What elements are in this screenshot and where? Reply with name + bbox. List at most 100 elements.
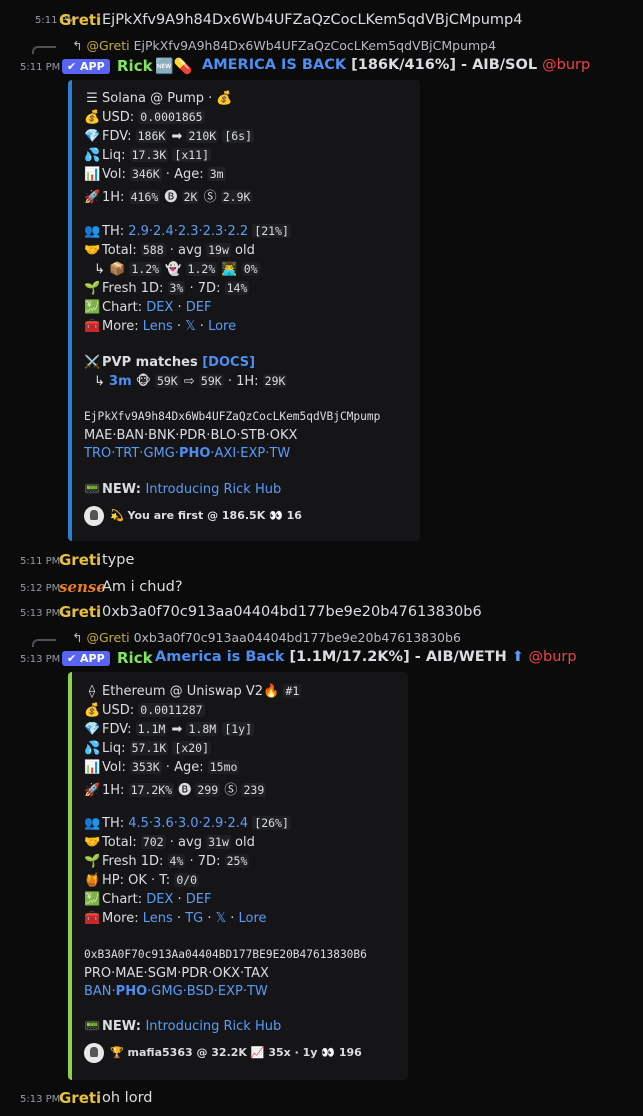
embed-more-line: 🧰 More: Lens · TG · 𝕏 · Lore	[84, 911, 267, 926]
embed-fdv-line: 💎 FDV: 1.1M ➡ 1.8M [1y]	[84, 722, 255, 737]
droplets-icon: 💦	[84, 148, 101, 163]
username[interactable]: Rick	[117, 57, 153, 75]
fire-icon: 🔥	[263, 684, 280, 699]
embed-new-line: 📟 NEW: Introducing Rick Hub	[84, 1019, 282, 1034]
top-holders-links[interactable]: 4.5·3.6·3.0·2.9·2.4	[128, 816, 248, 831]
mention[interactable]: @burp	[529, 649, 577, 665]
token-title-link[interactable]: AMERICA IS BACK	[202, 57, 346, 73]
arrow-right-icon: ➡	[167, 722, 187, 737]
embed-1h-line: 🚀 1H: 17.2K% 🅑 299 Ⓢ 239	[84, 783, 267, 798]
lore-link[interactable]: Lore	[208, 319, 236, 334]
embed-pvp-line: ⚔️ PVP matches [DOCS]	[84, 355, 256, 370]
holders-icon: 👥	[84, 224, 101, 239]
embed-footer: 💫 You are first @ 186.5K 👀 16	[84, 506, 302, 526]
chart-icon: 📊	[84, 167, 101, 182]
new-pill-icon: 🆕💊	[155, 57, 193, 75]
embed-liq-line: 💦 Liq: 17.3K [x11]	[84, 148, 212, 163]
pager-icon: 📟	[84, 482, 101, 497]
handshake-icon: 🤝	[84, 243, 101, 258]
embed-vol-line: 📊 Vol: 346K · Age: 3m	[84, 167, 226, 182]
def-link[interactable]: DEF	[186, 300, 212, 315]
sell-icon: Ⓢ	[203, 190, 217, 205]
contract-address[interactable]: 0xB3A0F70c913Aa04404BD177BE9E20B47613830…	[84, 948, 367, 961]
embed-chain-line: ☰ Solana @ Pump · 💰	[84, 91, 232, 106]
x-link[interactable]: 𝕏	[216, 911, 226, 926]
timestamp: 5:11 PM	[20, 556, 61, 567]
chart-yen-icon: 💹	[84, 892, 101, 907]
gem-icon: 💎	[84, 722, 101, 737]
username[interactable]: sense	[59, 578, 106, 596]
x-link[interactable]: 𝕏	[185, 319, 195, 334]
dex-link[interactable]: DEX	[146, 892, 173, 907]
reply-username[interactable]: @Greti	[86, 630, 129, 645]
message-text: type	[102, 552, 135, 568]
exchange-links-row2: BAN·PHO·GMG·BSD·EXP·TW	[84, 984, 268, 999]
droplets-icon: 💦	[84, 741, 101, 756]
embed-fdv-line: 💎 FDV: 186K ➡ 210K [6s]	[84, 129, 255, 144]
embed-new-line: 📟 NEW: Introducing Rick Hub	[84, 482, 282, 497]
moneybag-icon: 💰	[84, 703, 101, 718]
embed-usd-line: 💰 USD: 0.0001865	[84, 110, 205, 125]
exchange-links-row1[interactable]: PRO·MAE·SGM·PDR·OKX·TAX	[84, 966, 269, 981]
pvp-link[interactable]: 3m	[109, 374, 132, 389]
moneybag-icon: 💰	[84, 110, 101, 125]
mention[interactable]: @burp	[542, 57, 590, 73]
reply-preview[interactable]: ↰ @Greti EjPkXfv9A9h84Dx6Wb4UFZaQzCocLKe…	[72, 38, 496, 53]
message-text: EjPkXfv9A9h84Dx6Wb4UFZaQzCocLKem5qdVBjCM…	[102, 12, 523, 28]
chart-yen-icon: 💹	[84, 300, 101, 315]
arrow-right-icon: ➡	[167, 129, 187, 144]
dex-link[interactable]: DEX	[146, 300, 173, 315]
pager-icon: 📟	[84, 1019, 101, 1034]
reply-username[interactable]: @Greti	[86, 38, 129, 53]
token-embed: ☰ Solana @ Pump · 💰 💰 USD: 0.0001865 💎 FDV:…	[68, 80, 420, 541]
reply-text: EjPkXfv9A9h84Dx6Wb4UFZaQzCocLKem5qdVBjCM…	[133, 38, 497, 53]
buy-icon: 🅑	[164, 190, 178, 205]
username[interactable]: Greti	[59, 11, 101, 29]
token-stats: [186K/416%] - AIB/SOL	[346, 57, 543, 73]
username[interactable]: Greti	[59, 1089, 101, 1107]
contract-address[interactable]: EjPkXfv9A9h84Dx6Wb4UFZaQzCocLKem5qdVBjCM…	[84, 410, 380, 423]
seedling-icon: 🌱	[84, 281, 101, 296]
top-holders-links[interactable]: 2.9·2.4·2.3·2.3·2.2	[128, 224, 248, 239]
toolbox-icon: 🧰	[84, 911, 101, 926]
embed-usd-line: 💰 USD: 0.0011287	[84, 703, 205, 718]
embed-liq-line: 💦 Liq: 57.1K [x20]	[84, 741, 212, 756]
rick-hub-link[interactable]: Introducing Rick Hub	[145, 482, 281, 497]
docs-link[interactable]: [DOCS]	[202, 355, 255, 370]
embed-pvp-detail: ↳ 3m 🐵 59K ⇨ 59K · 1H: 29K	[94, 374, 288, 389]
seedling-icon: 🌱	[84, 854, 101, 869]
exchange-links-row1[interactable]: MAE·BAN·BNK·PDR·BLO·STB·OKX	[84, 428, 297, 443]
tg-link[interactable]: TG	[185, 911, 203, 926]
timestamp: 5:12 PM	[20, 583, 61, 594]
menu-icon: ☰	[86, 91, 98, 106]
lens-link[interactable]: Lens	[143, 911, 173, 926]
username[interactable]: Greti	[59, 603, 101, 621]
arrow-up-icon: ⬆	[511, 649, 524, 665]
timestamp: 5:13 PM	[20, 1094, 61, 1105]
holders-icon: 👥	[84, 816, 101, 831]
lens-link[interactable]: Lens	[143, 319, 173, 334]
ethereum-icon: ⟠	[88, 684, 96, 699]
reply-preview[interactable]: ↰ @Greti 0xb3a0f70c913aa04404bd177be9e20…	[72, 630, 461, 645]
exchange-links-row2: TRO·TRT·GMG·PHO·AXI·EXP·TW	[84, 446, 291, 461]
rick-hub-link[interactable]: Introducing Rick Hub	[145, 1019, 281, 1034]
rocket-icon: 🚀	[84, 783, 101, 798]
embed-total-line: 🤝 Total: 588 · avg 19w old	[84, 243, 255, 258]
embed-honeypot-line: 🍯 HP: OK · T: 0/0	[84, 873, 200, 888]
ghost-icon: 👻	[165, 262, 182, 277]
developer-icon: 👨‍💻	[221, 262, 238, 277]
honey-icon: 🍯	[84, 873, 101, 888]
def-link[interactable]: DEF	[186, 892, 212, 907]
lore-link[interactable]: Lore	[239, 911, 267, 926]
rocket-icon: 🚀	[84, 190, 101, 205]
reply-text: 0xb3a0f70c913aa04404bd177be9e20b47613830…	[133, 630, 461, 645]
username[interactable]: Rick	[117, 649, 153, 667]
username[interactable]: Greti	[59, 551, 101, 569]
chart-up-icon: 📈	[250, 1046, 265, 1059]
check-icon: ✔	[67, 652, 81, 665]
embed-1h-line: 🚀 1H: 416% 🅑 2K Ⓢ 2.9K	[84, 190, 253, 205]
timestamp: 5:11 PM	[20, 62, 61, 73]
token-title-link[interactable]: America is Back	[155, 649, 284, 665]
reply-connector	[32, 639, 56, 647]
reply-arrow-icon: ↰	[72, 630, 83, 645]
